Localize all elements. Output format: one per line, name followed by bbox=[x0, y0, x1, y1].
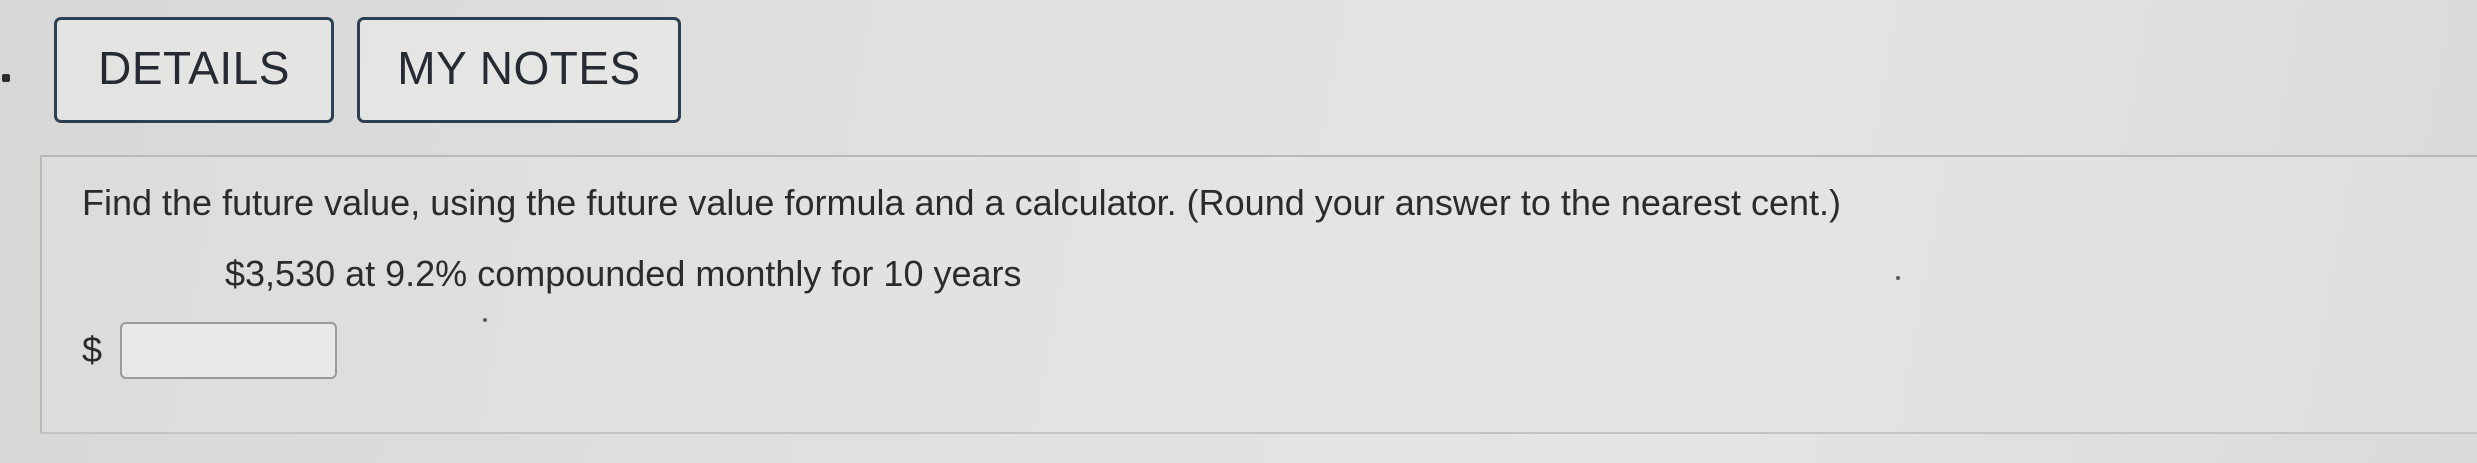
answer-input[interactable] bbox=[120, 321, 337, 379]
currency-symbol: $ bbox=[82, 329, 103, 370]
question-panel: Find the future value, using the future … bbox=[40, 155, 2477, 434]
answer-row: $ bbox=[82, 320, 337, 380]
screen-speck bbox=[1896, 276, 1900, 280]
question-prompt: Find the future value, using the future … bbox=[82, 182, 1842, 223]
screen-speck bbox=[483, 318, 487, 322]
details-button[interactable]: DETAILS bbox=[54, 17, 334, 123]
tab-bar: DETAILS MY NOTES bbox=[0, 0, 2477, 156]
problem-statement: $3,530 at 9.2% compounded monthly for 10… bbox=[225, 253, 1022, 294]
my-notes-button[interactable]: MY NOTES bbox=[357, 17, 681, 123]
